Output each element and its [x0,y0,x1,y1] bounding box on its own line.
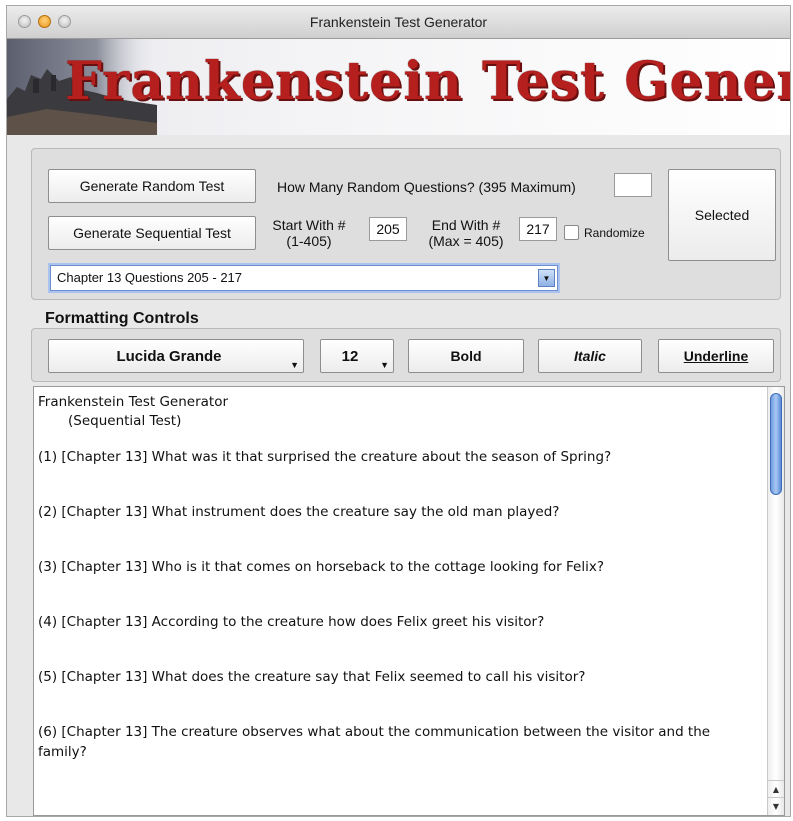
question-item: (6) [Chapter 13] The creature observes w… [38,724,711,760]
start-with-label: Start With # (1-405) [264,217,354,249]
randomize-checkbox[interactable] [564,225,579,240]
start-with-input[interactable]: 205 [369,217,407,241]
document-heading: Frankenstein Test Generator [38,394,229,410]
banner-title: Frankenstein Test Generator [65,51,790,112]
test-output-textarea[interactable]: Frankenstein Test Generator (Sequential … [33,386,785,816]
selected-button[interactable]: Selected [668,169,776,261]
formatting-controls-heading: Formatting Controls [45,310,199,327]
chevron-down-icon: ▼ [380,360,389,370]
randomize-label: Randomize [584,226,645,240]
chapter-select[interactable]: Chapter 13 Questions 205 - 217 ▼ [50,265,558,291]
bold-button[interactable]: Bold [408,339,524,373]
random-count-input[interactable] [614,173,652,197]
chevron-down-icon: ▼ [290,360,299,370]
chapter-select-value: Chapter 13 Questions 205 - 217 [57,270,243,285]
font-family-select[interactable]: Lucida Grande ▼ [48,339,304,373]
question-item: (4) [Chapter 13] According to the creatu… [38,614,545,630]
end-with-input[interactable]: 217 [519,217,557,241]
scroll-down-icon[interactable]: ▼ [768,797,784,814]
question-item: (3) [Chapter 13] Who is it that comes on… [38,559,604,575]
test-generation-panel: Generate Random Test How Many Random Que… [31,148,781,300]
question-item: (5) [Chapter 13] What does the creature … [38,669,586,685]
document-subheading: (Sequential Test) [68,413,182,429]
start-with-label-line2: (1-405) [286,233,332,249]
end-with-label-line1: End With # [431,217,501,233]
random-questions-label: How Many Random Questions? (395 Maximum) [277,179,576,195]
window-title: Frankenstein Test Generator [309,14,488,30]
generate-random-test-button[interactable]: Generate Random Test [48,169,256,203]
scroll-up-icon[interactable]: ▲ [768,780,784,797]
app-window: Frankenstein Test Generator Frankenstein… [6,5,791,817]
question-item: (2) [Chapter 13] What instrument does th… [38,504,560,520]
generate-sequential-test-button[interactable]: Generate Sequential Test [48,216,256,250]
scrollbar-thumb[interactable] [770,393,782,495]
vertical-scrollbar[interactable]: ▲ ▼ [767,387,784,815]
font-family-value: Lucida Grande [116,348,222,365]
chevron-down-icon[interactable]: ▼ [538,269,555,287]
banner: Frankenstein Test Generator [7,39,790,135]
formatting-controls-panel: Lucida Grande ▼ 12 ▼ Bold Italic Underli… [31,328,781,382]
start-with-label-line1: Start With # [272,217,346,233]
font-size-value: 12 [341,348,359,365]
underline-button[interactable]: Underline [658,339,774,373]
question-item: (1) [Chapter 13] What was it that surpri… [38,449,612,465]
end-with-label-line2: (Max = 405) [428,233,504,249]
font-size-select[interactable]: 12 ▼ [320,339,394,373]
end-with-label: End With # (Max = 405) [416,217,516,249]
title-bar: Frankenstein Test Generator [7,6,790,39]
italic-button[interactable]: Italic [538,339,642,373]
